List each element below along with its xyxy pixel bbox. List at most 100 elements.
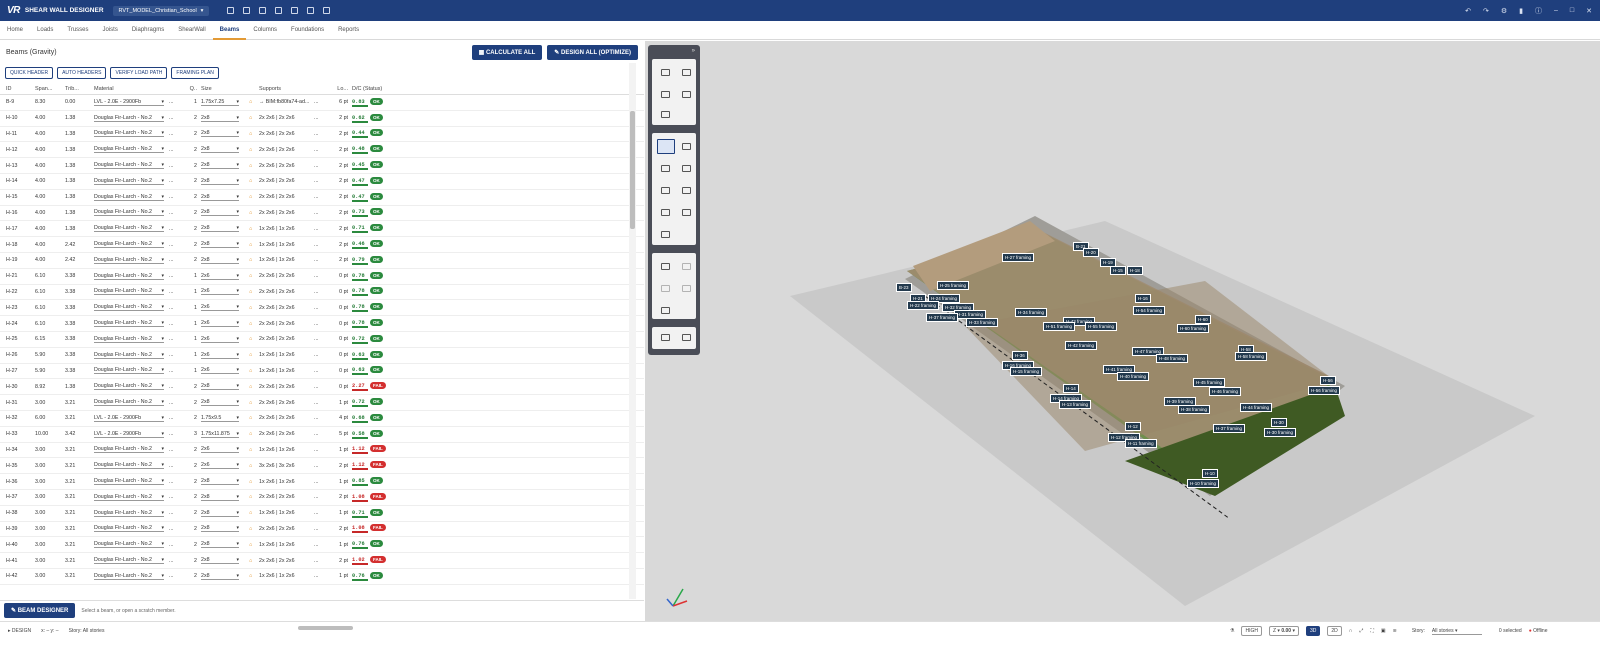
- save-as-icon[interactable]: [275, 7, 283, 14]
- more-icon[interactable]: ...: [169, 431, 181, 437]
- beam-label[interactable]: H-58 framing: [1235, 352, 1268, 361]
- layers-status-icon[interactable]: ≋: [1393, 628, 1397, 634]
- more-icon[interactable]: ...: [169, 131, 181, 137]
- col-material[interactable]: Material: [94, 86, 169, 92]
- beam-qty[interactable]: 2: [181, 163, 201, 169]
- more-icon[interactable]: ...: [169, 194, 181, 200]
- lock-icon[interactable]: ⌂: [249, 305, 259, 311]
- beam-qty[interactable]: 1: [181, 321, 201, 327]
- lock-icon[interactable]: ⌂: [249, 447, 259, 453]
- table-row[interactable]: H-275.903.38Douglas Fir-Larch - No.2...1…: [0, 364, 644, 380]
- beam-qty[interactable]: 2: [181, 384, 201, 390]
- material-select[interactable]: Douglas Fir-Larch - No.2: [94, 510, 169, 517]
- lock-icon[interactable]: ⌂: [249, 289, 259, 295]
- beam-label[interactable]: H-22 framing: [907, 301, 940, 310]
- beam-qty[interactable]: 2: [181, 400, 201, 406]
- material-select[interactable]: Douglas Fir-Larch - No.2: [94, 241, 169, 249]
- column-icon[interactable]: [682, 187, 691, 194]
- material-select[interactable]: Douglas Fir-Larch - No.2: [94, 273, 169, 280]
- beam-label[interactable]: H-12: [1125, 422, 1141, 431]
- snap-icon[interactable]: [682, 263, 691, 270]
- tab-trusses[interactable]: Trusses: [60, 21, 95, 40]
- col-dc-status[interactable]: D/C (Status): [352, 86, 412, 92]
- more-icon[interactable]: ...: [169, 542, 181, 548]
- verify-load-path-button[interactable]: VERIFY LOAD PATH: [110, 67, 168, 79]
- beam-label[interactable]: H-42 framing: [1065, 341, 1098, 350]
- table-row[interactable]: H-184.002.42Douglas Fir-Larch - No.2...2…: [0, 237, 644, 253]
- table-row[interactable]: H-114.001.38Douglas Fir-Larch - No.2...2…: [0, 127, 644, 143]
- material-select[interactable]: Douglas Fir-Larch - No.2: [94, 352, 169, 359]
- material-select[interactable]: Douglas Fir-Larch - No.2: [94, 446, 169, 454]
- size-select[interactable]: 2x6: [201, 273, 249, 280]
- beam-label[interactable]: H-46 framing: [1209, 387, 1242, 396]
- dimension-icon[interactable]: [661, 263, 670, 270]
- lock-icon[interactable]: ⌂: [249, 510, 259, 516]
- more-icon[interactable]: ...: [169, 526, 181, 532]
- camera-icon[interactable]: ▣: [1381, 628, 1386, 634]
- zoom-field[interactable]: Z ▾ 0.00 ▾: [1268, 626, 1299, 636]
- size-select[interactable]: 2x6: [201, 336, 249, 343]
- col-trib[interactable]: Trib...: [65, 86, 94, 92]
- fullscreen-icon[interactable]: ⛶: [1370, 628, 1374, 634]
- more-icon[interactable]: ...: [314, 384, 328, 390]
- beam-qty[interactable]: 1: [181, 368, 201, 374]
- lock-icon[interactable]: ⌂: [249, 178, 259, 184]
- table-row[interactable]: B-98.300.00LVL - 2.0E - 2900Fb...11.75x7…: [0, 95, 644, 111]
- export-icon[interactable]: [323, 7, 331, 14]
- beam-label[interactable]: B-23: [896, 283, 912, 292]
- more-icon[interactable]: ...: [169, 257, 181, 263]
- beam-designer-button[interactable]: ✎ BEAM DESIGNER: [4, 603, 76, 618]
- table-row[interactable]: H-373.003.21Douglas Fir-Larch - No.2...2…: [0, 490, 644, 506]
- lock-icon[interactable]: ⌂: [249, 163, 259, 169]
- material-select[interactable]: LVL - 2.0E - 2900Fb: [94, 431, 169, 438]
- material-select[interactable]: LVL - 2.0E - 2900Fb: [94, 99, 169, 106]
- auto-headers-button[interactable]: AUTO HEADERS: [57, 67, 107, 79]
- lock-icon[interactable]: ⌂: [249, 242, 259, 248]
- more-icon[interactable]: ...: [169, 400, 181, 406]
- size-select[interactable]: 2x6: [201, 367, 249, 375]
- beam-qty[interactable]: 1: [181, 352, 201, 358]
- size-select[interactable]: 2x6: [201, 462, 249, 470]
- beam-label[interactable]: H-15: [1110, 266, 1126, 275]
- more-icon[interactable]: ...: [169, 242, 181, 248]
- lock-icon[interactable]: ⌂: [249, 336, 259, 342]
- size-select[interactable]: 2x8: [201, 115, 249, 122]
- beam-qty[interactable]: 2: [181, 115, 201, 121]
- more-icon[interactable]: ...: [314, 273, 328, 279]
- eye-icon[interactable]: [661, 307, 670, 314]
- table-row[interactable]: H-423.003.21Douglas Fir-Larch - No.2...2…: [0, 569, 644, 585]
- table-row[interactable]: H-393.003.21Douglas Fir-Larch - No.2...2…: [0, 522, 644, 538]
- size-select[interactable]: 2x8: [201, 257, 249, 264]
- lock-icon[interactable]: ⌂: [249, 194, 259, 200]
- beam-label[interactable]: H-56 framing: [1308, 386, 1341, 395]
- beam-qty[interactable]: 2: [181, 463, 201, 469]
- material-select[interactable]: Douglas Fir-Larch - No.2: [94, 194, 169, 201]
- size-select[interactable]: 2x8: [201, 383, 249, 391]
- table-row[interactable]: H-353.003.21Douglas Fir-Larch - No.2...2…: [0, 458, 644, 475]
- more-icon[interactable]: ...: [314, 115, 328, 121]
- table-row[interactable]: H-104.001.38Douglas Fir-Larch - No.2...2…: [0, 111, 644, 127]
- table-row[interactable]: H-124.001.38Douglas Fir-Larch - No.2...2…: [0, 142, 644, 159]
- material-select[interactable]: Douglas Fir-Larch - No.2: [94, 573, 169, 580]
- beam-label[interactable]: H-60: [1195, 315, 1211, 324]
- beam-label[interactable]: H-13 framing: [1059, 400, 1092, 409]
- tab-reports[interactable]: Reports: [331, 21, 366, 40]
- magnet-icon[interactable]: ∩: [1349, 628, 1353, 634]
- lock-icon[interactable]: ⌂: [249, 115, 259, 121]
- size-select[interactable]: 2x8: [201, 178, 249, 185]
- tab-beams[interactable]: Beams: [212, 21, 247, 40]
- beam-qty[interactable]: 2: [181, 415, 201, 421]
- house-icon[interactable]: [661, 91, 670, 98]
- more-icon[interactable]: ...: [314, 210, 328, 216]
- scroll-thumb[interactable]: [630, 111, 635, 229]
- more-icon[interactable]: ...: [314, 463, 328, 469]
- more-icon[interactable]: ...: [169, 163, 181, 169]
- material-select[interactable]: Douglas Fir-Larch - No.2: [94, 541, 169, 549]
- material-select[interactable]: Douglas Fir-Larch - No.2: [94, 178, 169, 185]
- settings-icon[interactable]: ⚙: [1501, 7, 1507, 15]
- more-icon[interactable]: ...: [169, 479, 181, 485]
- framing-plan-button[interactable]: FRAMING PLAN: [171, 67, 219, 79]
- more-icon[interactable]: ...: [314, 147, 328, 153]
- beam-qty[interactable]: 2: [181, 147, 201, 153]
- maximize-icon[interactable]: □: [1570, 7, 1574, 14]
